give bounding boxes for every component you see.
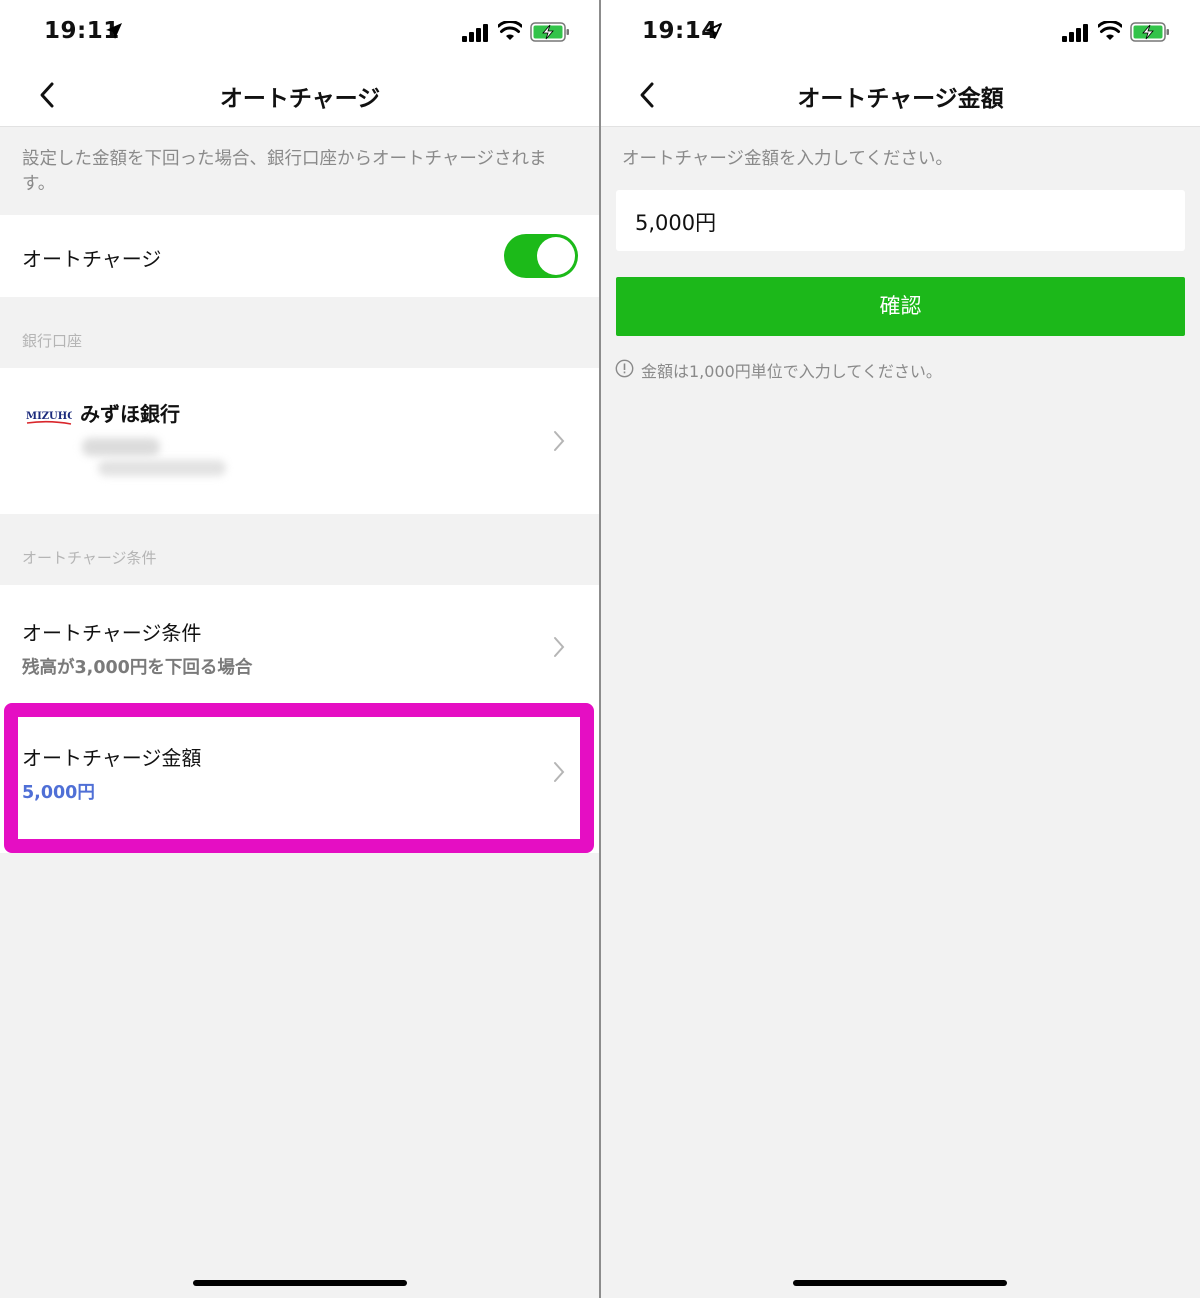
wifi-icon: [1098, 21, 1122, 40]
nav-bar: オートチャージ金額: [601, 64, 1200, 127]
autocharge-conditions-section-header: オートチャージ条件: [22, 549, 157, 567]
amount-input-description: オートチャージ金額を入力してください。: [622, 149, 953, 169]
nav-bar: オートチャージ: [0, 64, 600, 127]
autocharge-condition-label: オートチャージ条件: [22, 621, 202, 645]
autocharge-toggle-label: オートチャージ: [22, 247, 162, 271]
mizuho-logo-text: MIZUHO: [26, 411, 72, 422]
home-indicator[interactable]: [193, 1280, 407, 1286]
redacted-account-number: [98, 460, 226, 476]
home-indicator[interactable]: [793, 1280, 1007, 1286]
autocharge-amount-value: 5,000円: [22, 783, 95, 803]
bank-name: みずほ銀行: [80, 402, 180, 426]
bank-account-row[interactable]: MIZUHO みずほ銀行: [0, 368, 600, 514]
autocharge-condition-row[interactable]: オートチャージ条件 残高が3,000円を下回る場合: [0, 585, 600, 703]
autocharge-toggle-row: オートチャージ: [0, 215, 600, 297]
autocharge-condition-value: 残高が3,000円を下回る場合: [22, 658, 253, 678]
amount-input-value: 5,000円: [635, 211, 717, 235]
amount-input-field[interactable]: 5,000円: [616, 190, 1185, 251]
confirm-button[interactable]: 確認: [616, 277, 1185, 336]
mizuho-logo: MIZUHO: [26, 411, 72, 425]
autocharge-toggle-switch[interactable]: [504, 234, 578, 278]
autocharge-settings-screen: 19:11 オートチャージ 設定した金額を下回った場合、銀行口座からオートチャー…: [0, 0, 600, 1298]
redacted-account-info: [82, 438, 160, 456]
chevron-right-icon: [554, 637, 565, 657]
location-arrow-icon: [106, 23, 122, 39]
wifi-icon: [498, 21, 522, 40]
autocharge-amount-row[interactable]: オートチャージ金額 5,000円: [0, 703, 600, 853]
cellular-signal-icon: [462, 24, 488, 42]
battery-charging-icon: [530, 22, 569, 42]
autocharge-amount-label: オートチャージ金額: [22, 746, 202, 770]
bank-account-section-header: 銀行口座: [22, 332, 83, 350]
autocharge-description: 設定した金額を下回った場合、銀行口座からオートチャージされます。: [22, 149, 547, 194]
cellular-signal-icon: [1062, 24, 1088, 42]
status-bar: 19:11: [0, 0, 600, 64]
page-title: オートチャージ: [219, 86, 381, 112]
amount-unit-note: 金額は1,000円単位で入力してください。: [641, 362, 942, 381]
page-title: オートチャージ金額: [797, 86, 1004, 112]
chevron-right-icon: [554, 431, 565, 451]
autocharge-amount-screen: 19:14 オートチャージ金額 オートチャージ金額を入力してください。 5,00…: [601, 0, 1200, 1298]
battery-charging-icon: [1130, 22, 1169, 42]
chevron-right-icon: [554, 762, 565, 782]
toggle-knob: [537, 237, 575, 275]
location-arrow-outline-icon: [706, 23, 722, 39]
info-exclamation-icon: [615, 359, 634, 378]
status-bar: 19:14: [601, 0, 1200, 64]
